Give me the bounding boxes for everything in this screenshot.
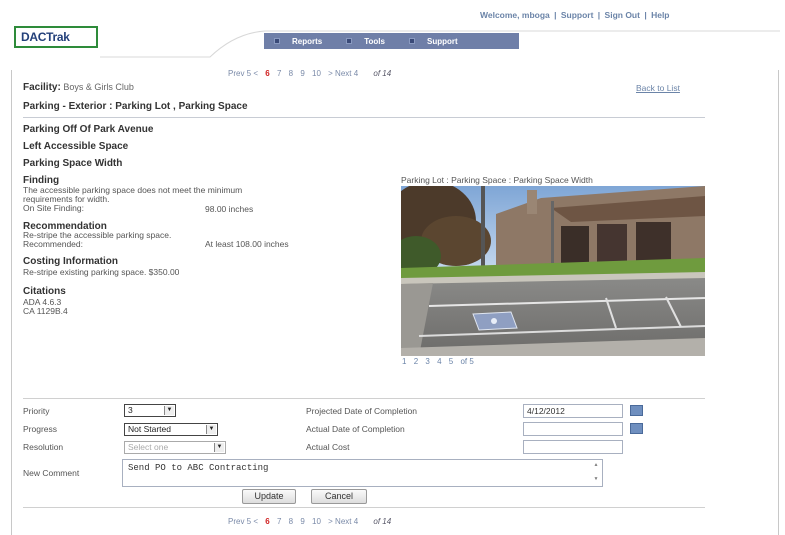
menu-bullet-icon <box>408 38 415 44</box>
form-divider <box>23 398 705 399</box>
citation-item: CA 1129B.4 <box>23 306 68 316</box>
main-nav: Reports Tools Support <box>264 33 519 49</box>
page-6-link[interactable]: 6 <box>265 517 269 526</box>
actual-cost-label: Actual Cost <box>306 442 350 452</box>
parking-photo[interactable] <box>401 186 705 356</box>
logo-text: DACTrak <box>21 30 70 44</box>
dropdown-arrow-icon: ▼ <box>214 443 224 452</box>
page-10-link[interactable]: 10 <box>312 69 321 78</box>
prev-link[interactable]: Prev 5 < <box>228 69 258 78</box>
costing-text: Re-stripe existing parking space. $350.0… <box>23 267 180 277</box>
back-to-list-link[interactable]: Back to List <box>636 83 680 93</box>
pager-top: Prev 5 < 6 7 8 9 10 > Next 4 of 14 <box>228 69 396 78</box>
priority-label: Priority <box>23 406 50 416</box>
facility-line: Facility: Boys & Girls Club <box>23 82 134 93</box>
onsite-value: 98.00 inches <box>205 204 254 214</box>
resolution-label: Resolution <box>23 442 64 452</box>
page-9-link[interactable]: 9 <box>300 69 304 78</box>
facility-label: Facility: <box>23 82 61 93</box>
projected-date-label: Projected Date of Completion <box>306 406 418 416</box>
page-7-link[interactable]: 7 <box>277 69 281 78</box>
recommended-label: Recommended: <box>23 239 84 249</box>
space-heading: Left Accessible Space <box>23 141 129 152</box>
photo-page-1[interactable]: 1 <box>402 357 406 366</box>
resolution-value: Select one <box>128 442 169 452</box>
recommended-value: At least 108.00 inches <box>205 239 289 249</box>
pager-bottom: Prev 5 < 6 7 8 9 10 > Next 4 of 14 <box>228 517 396 526</box>
onsite-label: On Site Finding: <box>23 203 84 213</box>
citations-title: Citations <box>23 286 66 297</box>
page-7-link[interactable]: 7 <box>277 517 281 526</box>
section-title: Parking - Exterior : Parking Lot , Parki… <box>23 101 248 112</box>
page-8-link[interactable]: 8 <box>289 517 293 526</box>
dropdown-arrow-icon: ▼ <box>206 425 216 434</box>
costing-title: Costing Information <box>23 256 118 267</box>
page-count: of 14 <box>373 517 392 526</box>
next-link[interactable]: > Next 4 <box>328 69 358 78</box>
actual-date-label: Actual Date of Completion <box>306 424 405 434</box>
location-heading: Parking Off Of Park Avenue <box>23 124 154 135</box>
update-button[interactable]: Update <box>242 489 296 504</box>
projected-date-input[interactable]: 4/12/2012 <box>523 404 623 418</box>
frame-border-right <box>778 70 779 535</box>
calendar-icon[interactable] <box>630 423 643 434</box>
page-8-link[interactable]: 8 <box>289 69 293 78</box>
facility-value: Boys & Girls Club <box>63 82 134 92</box>
nav-tools-label: Tools <box>364 36 385 46</box>
nav-support[interactable]: Support <box>408 36 458 46</box>
frame-border-left <box>11 70 12 535</box>
calendar-icon[interactable] <box>630 405 643 416</box>
photo-caption: Parking Lot : Parking Space : Parking Sp… <box>401 175 593 185</box>
photo-page-3[interactable]: 3 <box>425 357 429 366</box>
page-10-link[interactable]: 10 <box>312 517 321 526</box>
resolution-select[interactable]: Select one ▼ <box>124 441 226 454</box>
page-count: of 14 <box>373 69 392 78</box>
dropdown-arrow-icon: ▼ <box>164 406 174 415</box>
page-6-link[interactable]: 6 <box>265 69 269 78</box>
progress-label: Progress <box>23 424 58 434</box>
comment-label: New Comment <box>23 468 80 478</box>
progress-value: Not Started <box>128 424 171 434</box>
comment-textarea[interactable]: Send PO to ABC Contracting ▲ ▼ <box>122 459 603 487</box>
progress-select[interactable]: Not Started ▼ <box>124 423 218 436</box>
photo-page-5[interactable]: 5 <box>449 357 453 366</box>
actual-cost-input[interactable] <box>523 440 623 454</box>
comment-text: Send PO to ABC Contracting <box>128 463 269 473</box>
photo-pager: 1 2 3 4 5 of 5 <box>402 357 479 366</box>
menu-bullet-icon <box>274 38 280 44</box>
parking-photo-drawing <box>401 186 705 356</box>
nav-support-label: Support <box>426 36 458 46</box>
cancel-button[interactable]: Cancel <box>311 489 367 504</box>
photo-page-2[interactable]: 2 <box>414 357 418 366</box>
nav-reports-label: Reports <box>292 36 323 46</box>
nav-reports[interactable]: Reports <box>274 37 322 46</box>
nav-tools[interactable]: Tools <box>346 37 385 46</box>
priority-select[interactable]: 3 ▼ <box>124 404 176 417</box>
actual-date-input[interactable] <box>523 422 623 436</box>
page-9-link[interactable]: 9 <box>300 517 304 526</box>
prev-link[interactable]: Prev 5 < <box>228 517 258 526</box>
divider <box>23 117 705 118</box>
item-heading: Parking Space Width <box>23 158 123 169</box>
priority-value: 3 <box>128 405 133 415</box>
menu-bullet-icon <box>346 38 353 44</box>
next-link[interactable]: > Next 4 <box>328 517 358 526</box>
scrollbar[interactable]: ▲ ▼ <box>592 462 600 484</box>
form-divider-bottom <box>23 507 705 508</box>
photo-page-count: of 5 <box>460 357 474 366</box>
photo-page-4[interactable]: 4 <box>437 357 441 366</box>
dactrak-logo[interactable]: DACTrak <box>14 26 98 48</box>
